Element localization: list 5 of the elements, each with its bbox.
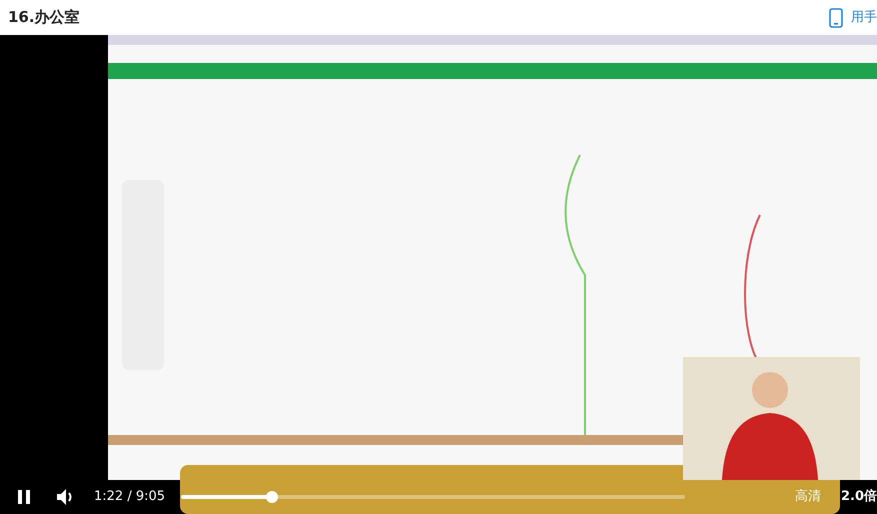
time-display: 1:22 / 9:05: [94, 488, 166, 506]
mobile-link[interactable]: 用手: [851, 8, 877, 28]
quality-button[interactable]: 高清: [794, 487, 821, 507]
page-title: 16.办公室: [8, 7, 80, 28]
speed-button[interactable]: 2.0倍: [840, 487, 877, 507]
